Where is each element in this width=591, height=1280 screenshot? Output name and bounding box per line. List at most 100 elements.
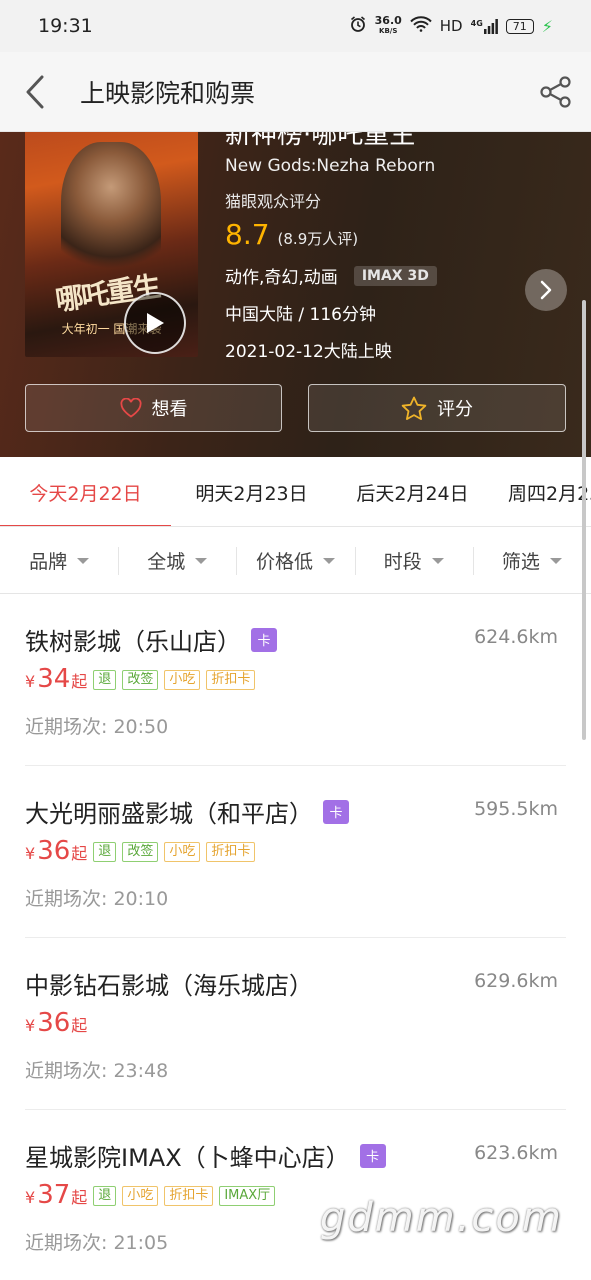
- rating-count: (8.9万人评): [277, 230, 359, 248]
- filter-brand-label: 品牌: [29, 551, 68, 573]
- date-tabs: 今天2月22日 明天2月23日 后天2月24日 周四2月25日: [0, 457, 591, 527]
- price-value: 36: [37, 1008, 71, 1038]
- caret-down-icon: [323, 557, 336, 564]
- filter-price-label: 价格低: [256, 551, 314, 573]
- want-to-watch-label: 想看: [151, 399, 188, 420]
- tag-discount-card: 折扣卡: [164, 1186, 214, 1206]
- cinema-price: ¥ 36 起: [25, 1008, 87, 1038]
- tag-discount-card: 折扣卡: [206, 842, 256, 862]
- recent-showtime: 近期场次: 23:48: [25, 1060, 169, 1082]
- date-tab-thursday[interactable]: 周四2月25日: [493, 457, 591, 526]
- price-row: ¥ 36 起: [25, 1008, 87, 1038]
- movie-release-date: 2021-02-12大陆上映: [225, 342, 392, 362]
- network-speed-unit: KB/S: [379, 27, 398, 35]
- play-icon: [147, 313, 164, 333]
- tag-discount-card: 折扣卡: [206, 670, 256, 690]
- currency-symbol: ¥: [25, 1016, 36, 1035]
- tag-refund: 退: [93, 842, 117, 862]
- tag-snack: 小吃: [122, 1186, 159, 1206]
- movie-info[interactable]: 新神榜·哪吒重生 New Gods:Nezha Reborn 猫眼观众评分 8.…: [225, 132, 525, 362]
- share-button[interactable]: [521, 52, 591, 132]
- cinema-item[interactable]: 中影钻石影城（海乐城店） 629.6km ¥ 36 起 近期场次: 23:48: [25, 938, 566, 1110]
- cinema-name: 大光明丽盛影城（和平店）: [25, 800, 313, 828]
- rate-label: 评分: [437, 399, 473, 420]
- status-bar: 19:31 36.0 KB/S HD 4G 71 ⚡: [0, 0, 591, 52]
- date-tab-tomorrow[interactable]: 明天2月23日: [171, 457, 332, 526]
- date-tab-day-after[interactable]: 后天2月24日: [332, 457, 493, 526]
- share-icon: [540, 75, 571, 108]
- status-time: 19:31: [38, 15, 93, 37]
- cinema-name: 铁树影城（乐山店）: [25, 628, 241, 656]
- cinema-distance: 629.6km: [474, 970, 558, 992]
- cinema-price: ¥ 37 起: [25, 1180, 87, 1210]
- back-button[interactable]: [0, 52, 70, 132]
- signal-label: 4G: [470, 18, 483, 28]
- genre-row: 动作,奇幻,动画 IMAX 3D: [225, 263, 525, 288]
- caret-down-icon: [431, 557, 444, 564]
- movie-detail-button[interactable]: [525, 269, 567, 311]
- back-arrow-icon: [26, 75, 44, 108]
- recent-showtime: 近期场次: 21:05: [25, 1232, 169, 1254]
- status-icons: 36.0 KB/S HD 4G 71 ⚡: [349, 15, 553, 37]
- cinema-name: 星城影院IMAX（卜蜂中心店）: [25, 1144, 350, 1172]
- nav-bar: 上映影院和购票: [0, 52, 591, 132]
- price-row: ¥ 34 起 退 改签 小吃 折扣卡: [25, 664, 256, 694]
- price-suffix: 起: [71, 1188, 88, 1207]
- wifi-icon: [410, 16, 432, 36]
- movie-title-en: New Gods:Nezha Reborn: [225, 156, 436, 176]
- watermark: gdmm.com: [320, 1195, 563, 1241]
- date-tab-today[interactable]: 今天2月22日: [0, 457, 171, 526]
- filter-bar: 品牌 全城 价格低 时段 筛选: [0, 528, 591, 594]
- filter-time-label: 时段: [383, 551, 422, 573]
- price-row: ¥ 36 起 退 改签 小吃 折扣卡: [25, 836, 256, 866]
- format-badge: IMAX 3D: [353, 265, 437, 286]
- filter-time[interactable]: 时段: [354, 543, 473, 579]
- cinema-name-row: 星城影院IMAX（卜蜂中心店） 卡: [25, 1138, 386, 1173]
- tag-snack: 小吃: [164, 670, 201, 690]
- filter-more[interactable]: 筛选: [472, 543, 591, 579]
- filter-brand[interactable]: 品牌: [0, 543, 118, 579]
- hd-indicator: HD: [439, 17, 463, 35]
- price-value: 37: [37, 1180, 71, 1210]
- recent-showtime: 近期场次: 20:50: [25, 716, 169, 738]
- tag-reschedule: 改签: [122, 842, 159, 862]
- filter-more-label: 筛选: [501, 551, 540, 573]
- filter-area[interactable]: 全城: [118, 543, 236, 579]
- cinema-price: ¥ 34 起: [25, 664, 87, 694]
- rating-label: 猫眼观众评分: [225, 192, 322, 211]
- price-value: 34: [37, 664, 71, 694]
- movie-genres: 动作,奇幻,动画: [225, 268, 338, 288]
- price-value: 36: [37, 836, 71, 866]
- price-row: ¥ 37 起 退 小吃 折扣卡 IMAX厅: [25, 1180, 276, 1210]
- cinema-item[interactable]: 大光明丽盛影城（和平店） 卡 595.5km ¥ 36 起 退 改签 小吃 折扣…: [25, 766, 566, 938]
- movie-region-duration: 中国大陆 / 116分钟: [225, 305, 376, 325]
- caret-down-icon: [77, 557, 90, 564]
- tag-reschedule: 改签: [122, 670, 159, 690]
- play-trailer-button[interactable]: [124, 292, 186, 354]
- cinema-distance: 595.5km: [474, 798, 558, 820]
- cinema-distance: 623.6km: [474, 1142, 558, 1164]
- page-title: 上映影院和购票: [80, 78, 256, 108]
- currency-symbol: ¥: [25, 672, 36, 691]
- rate-button[interactable]: 评分: [308, 384, 566, 432]
- caret-down-icon: [549, 557, 562, 564]
- star-icon: [401, 396, 427, 420]
- filter-area-label: 全城: [147, 551, 186, 573]
- cinema-name-row: 中影钻石影城（海乐城店）: [25, 966, 313, 1001]
- charging-icon: ⚡: [541, 16, 553, 36]
- want-to-watch-button[interactable]: 想看: [25, 384, 282, 432]
- tag-refund: 退: [93, 670, 117, 690]
- card-badge: 卡: [359, 1143, 386, 1168]
- cinema-item[interactable]: 铁树影城（乐山店） 卡 624.6km ¥ 34 起 退 改签 小吃 折扣卡 近…: [25, 594, 566, 766]
- currency-symbol: ¥: [25, 1188, 36, 1207]
- alarm-icon: [349, 15, 367, 37]
- tag-imax-hall: IMAX厅: [219, 1186, 276, 1206]
- rating-score: 8.7: [225, 218, 270, 251]
- movie-header: 哪吒重生 大年初一 国潮来袭 新神榜·哪吒重生 New Gods:Nezha R…: [0, 132, 591, 457]
- scrollbar[interactable]: [582, 300, 586, 740]
- card-badge: 卡: [323, 799, 349, 824]
- chevron-right-icon: [540, 280, 552, 300]
- price-suffix: 起: [71, 672, 88, 691]
- filter-price[interactable]: 价格低: [236, 543, 354, 579]
- price-suffix: 起: [71, 844, 88, 863]
